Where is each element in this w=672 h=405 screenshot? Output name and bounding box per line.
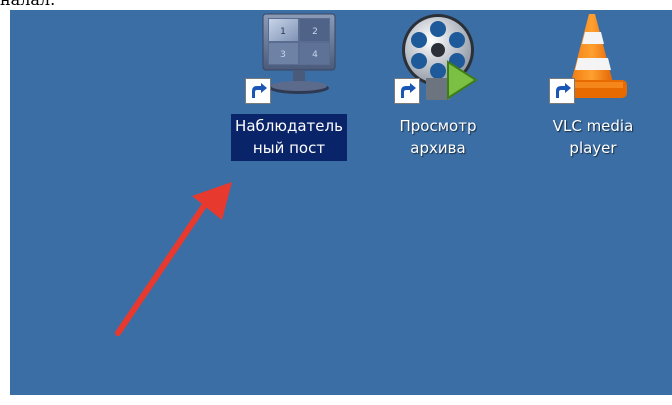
desktop-icon-observation-post[interactable]: 1 2 3 4 Наблюдатель ный пост	[214, 10, 364, 161]
icon-label: Наблюдатель ный пост	[231, 114, 347, 161]
svg-text:3: 3	[280, 50, 286, 60]
icon-label: Просмотр архива	[396, 114, 481, 161]
icon-label-line1: Наблюдатель	[235, 117, 343, 135]
desktop-icon-archive-viewer[interactable]: Просмотр архива	[363, 10, 513, 161]
icon-label-line1: Просмотр	[399, 117, 477, 135]
svg-text:4: 4	[312, 50, 318, 60]
icon-label: VLC media player	[549, 114, 638, 161]
icon-label-line2: архива	[410, 139, 466, 157]
desktop-icon-vlc-media-player[interactable]: VLC media player	[518, 10, 668, 161]
film-reel-play-icon	[390, 10, 486, 106]
surveillance-monitor-icon: 1 2 3 4	[241, 10, 337, 106]
shortcut-arrow-icon	[549, 78, 575, 104]
icon-label-line2: player	[569, 139, 617, 157]
desktop-background[interactable]: 1 2 3 4 Наблюдатель ный пост Просмотр ар…	[10, 10, 672, 395]
svg-text:1: 1	[280, 27, 286, 37]
shortcut-arrow-icon	[394, 78, 420, 104]
icon-label-line1: VLC media	[552, 117, 634, 135]
screenshot-page: налал.	[0, 0, 672, 405]
shortcut-arrow-icon	[245, 78, 271, 104]
svg-text:2: 2	[312, 27, 318, 37]
vlc-cone-icon	[545, 10, 641, 106]
icon-label-line2: ный пост	[252, 139, 326, 157]
cropped-caption-text: налал.	[0, 0, 55, 9]
